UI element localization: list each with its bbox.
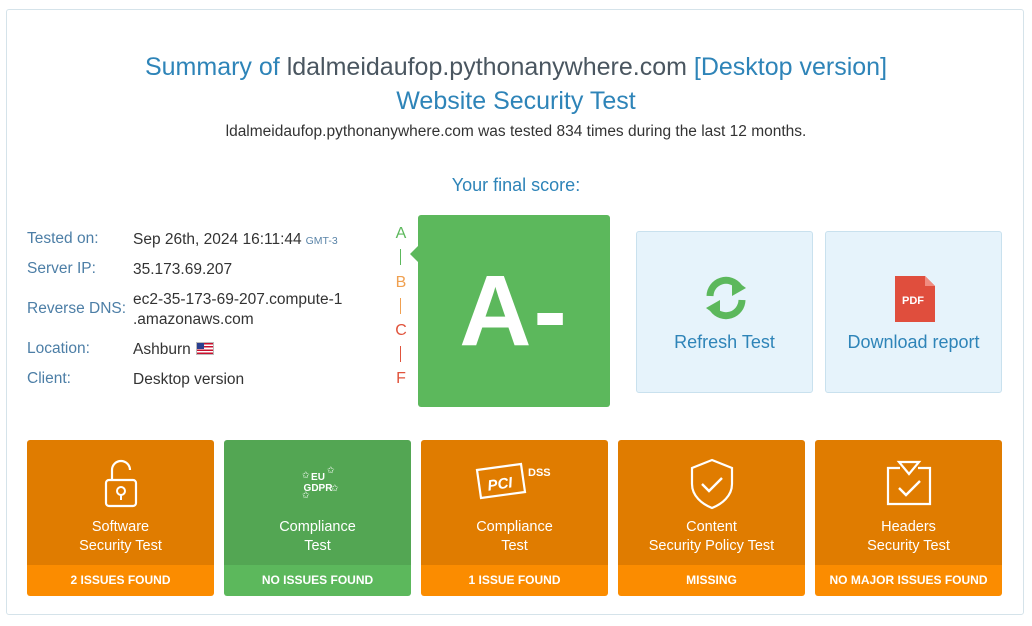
tile-status: 1 ISSUE FOUND <box>421 565 608 596</box>
scale-divider <box>400 249 401 265</box>
scale-letter-a: A <box>395 225 407 242</box>
client-label: Client: <box>27 370 71 387</box>
tested-on-value: Sep 26th, 2024 16:11:44 GMT-3 <box>133 230 338 251</box>
title-prefix: Summary of <box>144 53 280 81</box>
location-city: Ashburn <box>133 341 191 358</box>
svg-text:✩: ✩ <box>302 470 310 480</box>
scale-divider <box>400 346 401 362</box>
unlock-icon <box>27 458 214 510</box>
refresh-test-button[interactable]: Refresh Test <box>636 231 813 393</box>
svg-text:DSS: DSS <box>528 467 551 479</box>
refresh-test-label: Refresh Test <box>674 332 775 352</box>
reverse-dns-line1: ec2-35-173-69-207.compute-1 <box>133 291 343 308</box>
refresh-icon <box>706 276 746 320</box>
server-ip-label: Server IP: <box>27 260 96 277</box>
scale-letter-c: C <box>395 322 407 339</box>
tile-body: Content Security Policy Test <box>618 440 805 565</box>
shield-check-icon <box>618 458 805 510</box>
download-report-button[interactable]: PDF Download report <box>825 231 1002 393</box>
tile-status: NO ISSUES FOUND <box>224 565 411 596</box>
software-security-tile[interactable]: Software Security Test 2 ISSUES FOUND <box>27 440 214 596</box>
svg-text:✩: ✩ <box>327 465 335 475</box>
page-title: Summary of ldalmeidaufop.pythonanywhere.… <box>0 50 1032 84</box>
reverse-dns-label: Reverse DNS: <box>27 300 127 317</box>
gdpr-compliance-tile[interactable]: ✩ ✩ ✩ ✩ EU GDPR Compliance Test NO ISSUES… <box>224 440 411 596</box>
csp-test-tile[interactable]: Content Security Policy Test MISSING <box>618 440 805 596</box>
headers-security-tile[interactable]: Headers Security Test NO MAJOR ISSUES FOU… <box>815 440 1002 596</box>
svg-text:EU: EU <box>311 472 325 483</box>
page-subtitle: Website Security Test <box>396 87 636 115</box>
grade-box: A- <box>410 215 610 407</box>
tile-status: NO MAJOR ISSUES FOUND <box>815 565 1002 596</box>
tile-body: PCI DSS Compliance Test <box>421 440 608 565</box>
server-ip-value: 35.173.69.207 <box>133 261 233 278</box>
tile-label: Content Security Policy Test <box>648 519 775 554</box>
headers-check-icon <box>815 458 1002 510</box>
pdf-badge-text: PDF <box>902 295 924 307</box>
timezone-label: GMT-3 <box>305 235 338 247</box>
us-flag-icon <box>195 342 214 355</box>
tile-status: 2 ISSUES FOUND <box>27 565 214 596</box>
location-value: Ashburn <box>133 340 214 360</box>
grade-value: A- <box>459 254 569 367</box>
final-score-label: Your final score: <box>451 175 581 195</box>
tested-on-date: Sep 26th, 2024 16:11:44 <box>133 231 302 248</box>
location-label: Location: <box>27 340 90 357</box>
pci-compliance-tile[interactable]: PCI DSS Compliance Test 1 ISSUE FOUND <box>421 440 608 596</box>
title-domain: ldalmeidaufop.pythonanywhere.com <box>286 53 687 81</box>
tile-label: Software Security Test <box>79 519 162 554</box>
eu-gdpr-icon: ✩ ✩ ✩ ✩ EU GDPR <box>224 458 411 510</box>
download-report-label: Download report <box>847 332 980 352</box>
scale-letter-f: F <box>396 370 406 387</box>
tile-label: Compliance Test <box>279 519 356 554</box>
svg-text:PCI: PCI <box>486 474 514 494</box>
tile-label: Headers Security Test <box>867 519 950 554</box>
client-value: Desktop version <box>133 371 245 388</box>
svg-text:GDPR: GDPR <box>303 483 333 494</box>
scale-letter-b: B <box>395 274 407 291</box>
tile-body: Software Security Test <box>27 440 214 565</box>
pdf-file-icon: PDF <box>895 276 935 322</box>
tile-status: MISSING <box>618 565 805 596</box>
tile-body: Headers Security Test <box>815 440 1002 565</box>
pci-dss-icon: PCI DSS <box>421 458 608 510</box>
scale-divider <box>400 298 401 314</box>
title-suffix: [Desktop version] <box>693 53 888 81</box>
tile-label: Compliance Test <box>476 519 553 554</box>
reverse-dns-line2: .amazonaws.com <box>133 311 254 328</box>
reverse-dns-value: ec2-35-173-69-207.compute-1 .amazonaws.co… <box>133 290 342 330</box>
tested-summary: ldalmeidaufop.pythonanywhere.com was tes… <box>225 123 807 140</box>
tile-body: ✩ ✩ ✩ ✩ EU GDPR Compliance Test <box>224 440 411 565</box>
tested-on-label: Tested on: <box>27 230 99 247</box>
